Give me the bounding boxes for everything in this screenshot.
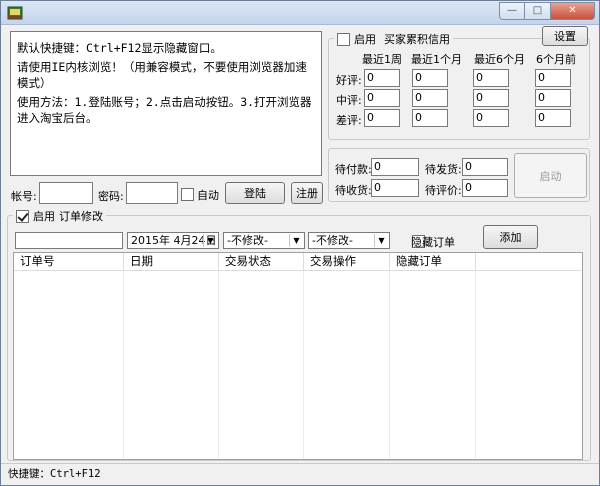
app-window: — □ ✕ 默认快捷键：Ctrl+F12显示隐藏窗口。 请使用IE内核浏览！（用… — [0, 0, 600, 486]
column-header[interactable]: 日期 — [124, 253, 219, 270]
credit-input[interactable]: 0 — [364, 89, 400, 107]
status-select-value: -不修改- — [227, 234, 268, 247]
credit-group-legend: 启用 买家累积信用 — [334, 31, 453, 47]
status-bar: 快捷键：Ctrl+F12 — [1, 463, 599, 485]
credit-input[interactable]: 0 — [473, 69, 509, 87]
to-pay-input[interactable]: 0 — [371, 158, 419, 176]
column-divider — [219, 271, 304, 459]
date-picker[interactable]: 2015年 4月24日 ▼ — [127, 232, 219, 249]
column-header[interactable]: 隐藏订单 — [390, 253, 476, 270]
hide-order-label: 隐藏订单 — [411, 236, 455, 249]
credit-input[interactable]: 0 — [412, 89, 448, 107]
to-review-label: 待评价: — [425, 184, 462, 197]
credit-enable-checkbox[interactable] — [337, 32, 350, 46]
password-label: 密码: — [98, 190, 124, 203]
to-receive-label: 待收货: — [335, 184, 372, 197]
order-group-legend: 启用 订单修改 — [13, 208, 106, 224]
login-button[interactable]: 登陆 — [225, 182, 285, 204]
column-divider — [304, 271, 390, 459]
close-button[interactable]: ✕ — [551, 2, 595, 20]
account-label: 帐号: — [11, 190, 37, 203]
credit-col-header: 最近1周 — [362, 53, 402, 66]
settings-button[interactable]: 设置 — [542, 26, 588, 46]
to-receive-input[interactable]: 0 — [371, 179, 419, 197]
operation-select-value: -不修改- — [312, 234, 353, 247]
column-header[interactable]: 交易状态 — [219, 253, 304, 270]
credit-input[interactable]: 0 — [412, 69, 448, 87]
order-enable-label: 启用 — [33, 210, 55, 223]
chevron-down-icon: ▼ — [374, 234, 388, 247]
to-review-input[interactable]: 0 — [462, 179, 508, 197]
order-filter-input[interactable] — [15, 232, 123, 249]
info-line: 默认快捷键：Ctrl+F12显示隐藏窗口。 — [17, 41, 222, 55]
to-pay-label: 待付款: — [335, 163, 372, 176]
maximize-button[interactable]: □ — [525, 2, 551, 20]
auto-login-checkbox[interactable] — [181, 187, 194, 201]
auto-login-label: 自动 — [197, 189, 219, 202]
operation-select[interactable]: -不修改- ▼ — [308, 232, 390, 249]
info-textarea[interactable]: 默认快捷键：Ctrl+F12显示隐藏窗口。 请使用IE内核浏览！（用兼容模式，不… — [10, 31, 322, 176]
order-table[interactable]: 订单号 日期 交易状态 交易操作 隐藏订单 — [13, 252, 583, 460]
credit-input[interactable]: 0 — [535, 69, 571, 87]
add-button[interactable]: 添加 — [483, 225, 538, 249]
status-text: 快捷键：Ctrl+F12 — [8, 468, 101, 480]
column-divider — [124, 271, 219, 459]
credit-row-label: 中评: — [336, 94, 362, 107]
column-header[interactable]: 订单号 — [14, 253, 124, 270]
status-select[interactable]: -不修改- ▼ — [223, 232, 305, 249]
minimize-button[interactable]: — — [499, 2, 525, 20]
credit-input[interactable]: 0 — [364, 109, 400, 127]
order-enable-checkbox[interactable] — [16, 209, 29, 223]
info-line: 请使用IE内核浏览！（用兼容模式，不要使用浏览器加速模式） — [17, 60, 307, 90]
credit-row-label: 好评: — [336, 74, 362, 87]
title-bar: — □ ✕ — [1, 1, 599, 25]
start-button[interactable]: 启动 — [514, 153, 587, 198]
order-table-header: 订单号 日期 交易状态 交易操作 隐藏订单 — [14, 253, 582, 271]
credit-input[interactable]: 0 — [364, 69, 400, 87]
credit-input[interactable]: 0 — [473, 89, 509, 107]
credit-col-header: 最近6个月 — [474, 53, 525, 66]
column-header[interactable]: 交易操作 — [304, 253, 390, 270]
column-divider — [390, 271, 476, 459]
account-input[interactable] — [39, 182, 93, 204]
credit-input[interactable]: 0 — [473, 109, 509, 127]
credit-col-header: 最近1个月 — [411, 53, 462, 66]
column-divider — [14, 271, 124, 459]
credit-row-label: 差评: — [336, 114, 362, 127]
to-ship-input[interactable]: 0 — [462, 158, 508, 176]
credit-group-title: 买家累积信用 — [384, 33, 450, 46]
to-ship-label: 待发货: — [425, 163, 462, 176]
chevron-down-icon: ▼ — [289, 234, 303, 247]
app-icon — [7, 6, 23, 20]
credit-input[interactable]: 0 — [535, 89, 571, 107]
chevron-down-icon: ▼ — [203, 234, 217, 247]
info-line: 使用方法：1.登陆账号；2.点击启动按钮。3.打开浏览器进入淘宝后台。 — [17, 95, 312, 125]
credit-col-header: 6个月前 — [536, 53, 576, 66]
order-group-title: 订单修改 — [59, 210, 103, 223]
password-input[interactable] — [126, 182, 178, 204]
credit-enable-label: 启用 — [354, 33, 376, 46]
register-button[interactable]: 注册 — [291, 182, 323, 204]
credit-input[interactable]: 0 — [535, 109, 571, 127]
credit-input[interactable]: 0 — [412, 109, 448, 127]
